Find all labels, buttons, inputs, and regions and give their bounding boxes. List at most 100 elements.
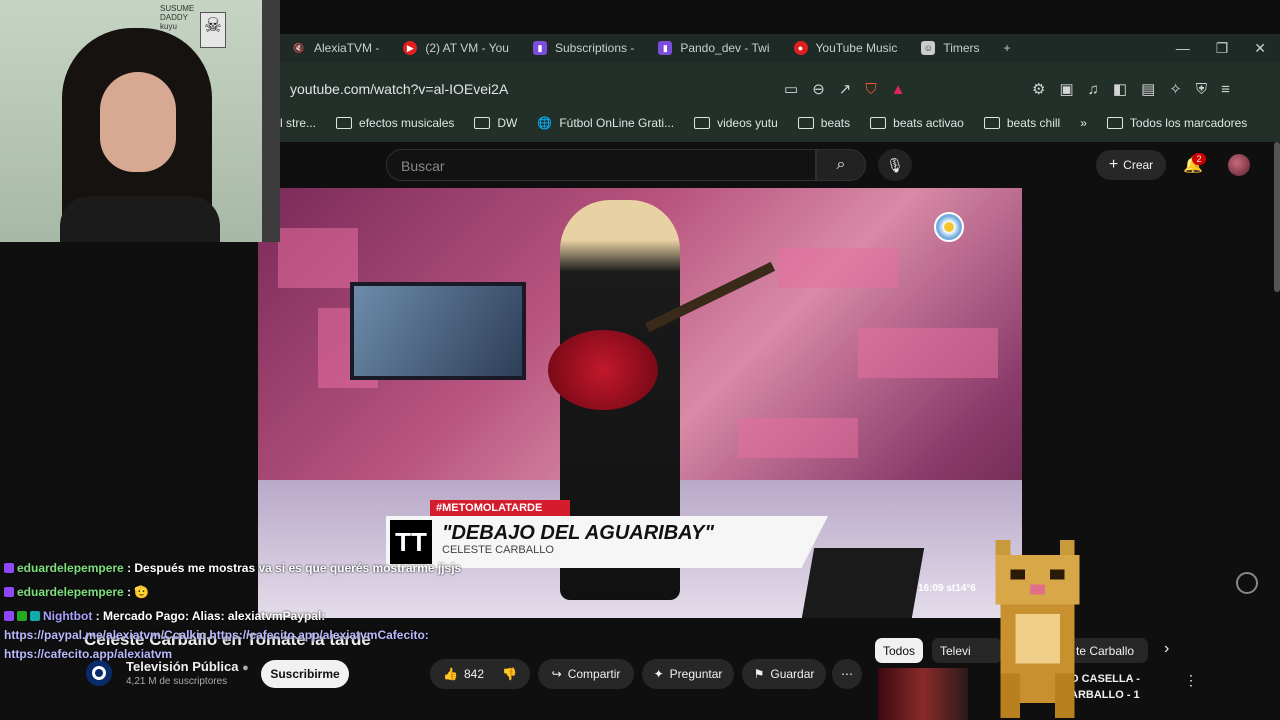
bookmark-beats-chill[interactable]: beats chill [983, 116, 1060, 130]
pixel-cat-overlay [995, 540, 1080, 718]
wallet-icon[interactable]: ▤ [1141, 80, 1155, 98]
channel-name[interactable]: Televisión Pública ● [126, 659, 249, 674]
scrollbar[interactable] [1274, 142, 1280, 292]
chyron-title: "DEBAJO DEL AGUARIBAY" [442, 522, 714, 544]
minimize-icon[interactable]: — [1176, 40, 1190, 57]
search-input[interactable]: Buscar [386, 149, 816, 181]
sparkle-icon: ✦ [653, 667, 664, 681]
bookmarks-more-button[interactable]: » [1080, 116, 1087, 130]
notification-badge: 2 [1192, 153, 1206, 165]
folder-icon [1106, 117, 1123, 129]
twitch-icon: ▮ [658, 41, 673, 55]
folder-icon [474, 117, 491, 129]
avatar[interactable] [1228, 154, 1250, 176]
tab-youtube-music[interactable]: ● YouTube Music [782, 34, 910, 62]
recommended-thumbnail[interactable] [878, 668, 968, 720]
share-icon[interactable]: ↗ [839, 80, 852, 98]
thumbs-down-icon[interactable]: 👎 [502, 667, 517, 681]
tab-timers[interactable]: ☺ Timers [909, 34, 991, 62]
subscribe-button[interactable]: Suscribirme [261, 660, 349, 688]
bot-badge-icon [30, 611, 40, 621]
brave-shield-icon[interactable]: ⛉ [865, 81, 876, 98]
chevron-right-icon[interactable]: › [1164, 640, 1169, 658]
tv-program-logo: TT [390, 520, 432, 564]
globe-icon: 🌐 [537, 116, 553, 130]
close-icon[interactable]: ✕ [1254, 40, 1266, 57]
folder-icon [797, 117, 814, 129]
folder-icon [983, 117, 1000, 129]
save-button[interactable]: ⚑ Guardar [742, 659, 826, 689]
chat-link[interactable]: https://paypal.me/alexiatvm/Ccalkic.http… [4, 628, 429, 642]
reading-icon[interactable]: ▣ [1059, 80, 1073, 98]
miniplayer-icon[interactable] [1236, 572, 1258, 594]
bookmark-futbol[interactable]: 🌐 Fútbol OnLine Grati... [537, 116, 674, 130]
kebab-menu-icon[interactable]: ⋮ [1184, 672, 1198, 689]
set-panel [738, 418, 858, 458]
voice-search-button[interactable]: 🎙 [878, 149, 912, 181]
tab-subscriptions[interactable]: ▮ Subscriptions - [521, 34, 646, 62]
twitch-badge-icon [4, 611, 14, 621]
chip-todos[interactable]: Todos [875, 638, 923, 663]
stage-speaker [801, 548, 925, 618]
channel-avatar[interactable] [86, 660, 112, 686]
like-button[interactable]: 👍 842 👎 [430, 659, 530, 689]
bookmark-beats-activao[interactable]: beats activao [870, 116, 964, 130]
tab-alexiatvm[interactable]: 🔇 AlexiaTVM - [280, 34, 391, 62]
all-bookmarks[interactable]: Todos los marcadores [1106, 116, 1247, 130]
chat-text: : 🫡 [127, 585, 150, 599]
hashtag-tag: #METOMOLATARDE [430, 500, 570, 518]
restore-icon[interactable]: ❐ [1216, 40, 1229, 57]
url-text[interactable]: youtube.com/watch?v=al-IOEvei2A [280, 81, 508, 97]
sidebar-icon[interactable]: ◧ [1113, 80, 1127, 98]
bookmark-beats[interactable]: beats [797, 116, 850, 130]
chat-username: eduardelepempere [17, 585, 124, 599]
share-button[interactable]: ↪ Compartir [538, 659, 634, 689]
bookmark-stream[interactable]: l stre... [280, 116, 316, 130]
extension-icons: ⚙ ▣ ♫ ◧ ▤ ✧ ⛨ ≡ [1032, 80, 1230, 99]
ai-icon[interactable]: ✧ [1169, 80, 1182, 98]
search-icon: ⌕ [836, 156, 846, 173]
vpn-icon[interactable]: ⛨ [1196, 81, 1207, 98]
music-icon[interactable]: ♫ [1088, 81, 1099, 98]
bookmark-dw[interactable]: DW [474, 116, 517, 130]
set-panel [278, 228, 358, 288]
tab-strip: 🔇 AlexiaTVM - ▶ (2) AT VM - You ▮ Subscript… [280, 34, 1280, 62]
mic-icon: 🎙 [886, 156, 904, 173]
twitch-icon: ▮ [532, 41, 547, 55]
door-frame [262, 0, 280, 242]
window-controls: — ❐ ✕ [1176, 40, 1280, 57]
bookmark-videos[interactable]: videos yutu [694, 116, 778, 130]
streamer-face [100, 72, 176, 172]
tab-pando-dev[interactable]: ▮ Pando_dev - Twi [646, 34, 781, 62]
share-arrow-icon: ↪ [551, 667, 562, 681]
chat-link[interactable]: https://cafecito.app/alexiatvm [4, 647, 172, 661]
poster-text: SUSUME DADDY kuyu [160, 4, 195, 31]
zoom-icon[interactable]: ⊖ [812, 80, 825, 98]
menu-icon[interactable]: ≡ [1221, 81, 1230, 98]
new-tab-button[interactable]: + [992, 34, 1023, 62]
chat-username: eduardelepempere [17, 561, 124, 575]
argentina-flag-icon [934, 212, 964, 242]
chat-text: : Mercado Pago: Alias: alexiatvmPaypal: [95, 609, 326, 623]
bookmarks-bar: l stre... efectos musicales DW 🌐 Fútbol O… [280, 110, 1280, 136]
twitch-badge-icon [4, 587, 14, 597]
chat-username: Nightbot [43, 609, 93, 623]
twitch-badge-icon [4, 563, 14, 573]
ask-button[interactable]: ✦ Preguntar [642, 659, 734, 689]
address-bar-icons: ▭ ⊖ ↗ ⛉ ▲ [784, 80, 906, 99]
tab-atvm-youtube[interactable]: ▶ (2) AT VM - You [391, 34, 521, 62]
extensions-icon[interactable]: ⚙ [1032, 80, 1045, 98]
bookmark-efectos[interactable]: efectos musicales [336, 116, 454, 130]
chyron-subtitle: CELESTE CARBALLO [442, 544, 554, 556]
timers-icon: ☺ [921, 41, 936, 55]
brave-rewards-icon[interactable]: ▲ [891, 81, 906, 98]
streamer-shirt [60, 196, 220, 242]
search-button[interactable]: ⌕ [816, 149, 866, 181]
muted-speaker-icon: 🔇 [293, 42, 305, 53]
cast-icon[interactable]: ▭ [784, 80, 798, 98]
verified-badge-icon [17, 611, 27, 621]
chat-text: : Después me mostras va si es que querés… [127, 561, 462, 575]
create-button[interactable]: + Crear [1096, 150, 1166, 180]
more-actions-button[interactable]: ⋯ [832, 659, 862, 689]
plus-icon: + [1108, 156, 1119, 173]
